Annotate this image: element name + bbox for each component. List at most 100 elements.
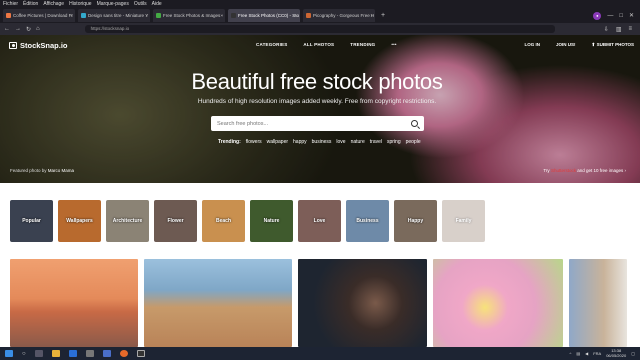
store-icon[interactable]: [102, 350, 111, 357]
photo-sand-path[interactable]: [144, 259, 292, 347]
browser-tab-active[interactable]: Free Stock Photos (CC0) - Sto ×: [228, 9, 300, 22]
browser-tab[interactable]: Free Stock Photos & Images - ×: [153, 9, 225, 22]
menu-help[interactable]: Aide: [152, 0, 162, 8]
edge-icon[interactable]: [68, 350, 77, 357]
category-popular[interactable]: Popular: [10, 200, 53, 242]
category-wallpapers[interactable]: Wallpapers: [58, 200, 101, 242]
promo-link[interactable]: Shutterstock: [551, 168, 576, 173]
category-happy[interactable]: Happy: [394, 200, 437, 242]
calculator-icon[interactable]: [85, 350, 94, 357]
file-explorer-icon[interactable]: [51, 350, 60, 357]
menu-edit[interactable]: Édition: [23, 0, 38, 8]
url-text: https://stocksnap.io: [90, 26, 130, 31]
profile-avatar[interactable]: ●: [593, 11, 602, 20]
trending-tag[interactable]: travel: [370, 139, 382, 145]
chevron-up-icon[interactable]: ^: [569, 351, 571, 356]
promo-prefix: Try: [543, 168, 550, 173]
close-tab-icon[interactable]: ×: [295, 9, 298, 22]
search-taskbar-icon[interactable]: ○: [22, 351, 26, 357]
category-business[interactable]: Business: [346, 200, 389, 242]
browser-tab[interactable]: Design sans titre - Miniature Y ×: [78, 9, 150, 22]
menu-bookmarks[interactable]: Marque-pages: [97, 0, 129, 8]
tab-favicon-icon: [156, 13, 161, 18]
language-indicator[interactable]: FRA: [593, 351, 601, 356]
search-input[interactable]: [217, 120, 397, 127]
hero-banner: StockSnap.io CATEGORIES ALL PHOTOS TREND…: [0, 35, 640, 183]
app-icon[interactable]: [136, 350, 145, 357]
photo-sunset-beach[interactable]: [10, 259, 138, 347]
notification-icon[interactable]: ▢: [631, 351, 635, 356]
menu-view[interactable]: Affichage: [43, 0, 64, 8]
tab-title: Picography - Gorgeous Free H: [313, 13, 375, 18]
menu-file[interactable]: Fichier: [3, 0, 18, 8]
trending-tag[interactable]: business: [312, 139, 332, 145]
category-family[interactable]: Family: [442, 200, 485, 242]
close-window-icon[interactable]: ✕: [629, 12, 634, 19]
menu-history[interactable]: Historique: [69, 0, 92, 8]
close-tab-icon[interactable]: ×: [70, 9, 73, 22]
site-logo[interactable]: StockSnap.io: [9, 41, 68, 50]
nav-more[interactable]: •••: [391, 42, 396, 47]
start-icon[interactable]: [5, 350, 13, 357]
category-label: Wallpapers: [66, 218, 93, 224]
browser-tab[interactable]: Picography - Gorgeous Free H ×: [303, 9, 375, 22]
join-link[interactable]: JOIN US!: [556, 42, 576, 48]
downloads-icon[interactable]: ⇩: [604, 26, 609, 33]
category-beach[interactable]: Beach: [202, 200, 245, 242]
category-label: Architecture: [112, 218, 143, 224]
minimize-icon[interactable]: —: [607, 13, 613, 19]
search-icon[interactable]: [411, 120, 418, 127]
trending-tag[interactable]: people: [406, 139, 421, 145]
category-architecture[interactable]: Architecture: [106, 200, 149, 242]
credit-author[interactable]: Marco Mama: [48, 168, 74, 173]
trending-tag[interactable]: spring: [387, 139, 401, 145]
menu-icon[interactable]: ≡: [628, 26, 632, 33]
close-tab-icon[interactable]: ×: [145, 9, 148, 22]
network-icon[interactable]: ▤: [576, 351, 580, 356]
photo-lily[interactable]: [433, 259, 563, 347]
login-link[interactable]: LOG IN: [525, 42, 541, 48]
forward-icon[interactable]: →: [15, 26, 21, 32]
camera-logo-icon: [9, 42, 17, 49]
category-flower[interactable]: Flower: [154, 200, 197, 242]
photo-building[interactable]: [569, 259, 627, 347]
category-label: Nature: [263, 218, 280, 224]
volume-icon[interactable]: ◀: [585, 351, 588, 356]
photo-grid: [10, 259, 627, 347]
nav-all-photos[interactable]: ALL PHOTOS: [303, 42, 334, 47]
trending-tags: Trending: flowers wallpaper happy busine…: [218, 139, 421, 145]
nav-trending[interactable]: TRENDING: [350, 42, 375, 47]
maximize-icon[interactable]: □: [619, 13, 623, 19]
back-icon[interactable]: ←: [4, 26, 10, 32]
browser-tab[interactable]: Coffee Pictures | Download Fr ×: [3, 9, 75, 22]
photo-credit: Featured photo by Marco Mama: [10, 168, 74, 173]
new-tab-button[interactable]: +: [381, 12, 385, 19]
tab-favicon-icon: [306, 13, 311, 18]
page-title: Beautiful free stock photos: [191, 69, 443, 94]
firefox-icon[interactable]: [119, 350, 128, 357]
menu-tools[interactable]: Outils: [134, 0, 147, 8]
home-icon[interactable]: ⌂: [36, 26, 40, 32]
nav-categories[interactable]: CATEGORIES: [256, 42, 287, 47]
library-icon[interactable]: ▥: [616, 26, 622, 33]
clock[interactable]: 13:38 06/05/2020: [606, 348, 626, 358]
trending-tag[interactable]: flowers: [246, 139, 262, 145]
category-label: Beach: [215, 218, 231, 224]
category-label: Business: [356, 218, 379, 224]
category-label: Love: [313, 218, 326, 224]
main-nav: CATEGORIES ALL PHOTOS TRENDING •••: [256, 42, 397, 47]
promo-suffix[interactable]: and get 10 free images ›: [577, 168, 626, 173]
url-bar[interactable]: https://stocksnap.io: [84, 25, 555, 33]
submit-photos-link[interactable]: ⬆ SUBMIT PHOTOS: [592, 42, 634, 48]
close-tab-icon[interactable]: ×: [220, 9, 223, 22]
category-love[interactable]: Love: [298, 200, 341, 242]
category-nature[interactable]: Nature: [250, 200, 293, 242]
trending-tag[interactable]: love: [336, 139, 345, 145]
trending-tag[interactable]: wallpaper: [267, 139, 288, 145]
reload-icon[interactable]: ↻: [26, 26, 31, 33]
task-view-icon[interactable]: [34, 350, 43, 357]
photo-chocolate[interactable]: [298, 259, 427, 347]
close-tab-icon[interactable]: ×: [370, 9, 373, 22]
trending-tag[interactable]: happy: [293, 139, 307, 145]
trending-tag[interactable]: nature: [351, 139, 365, 145]
